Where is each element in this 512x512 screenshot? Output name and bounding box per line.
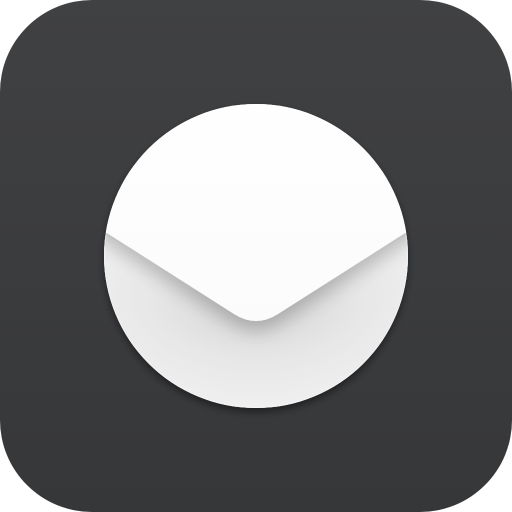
app-icon-graphic (0, 0, 512, 512)
app-icon[interactable] (0, 0, 512, 512)
